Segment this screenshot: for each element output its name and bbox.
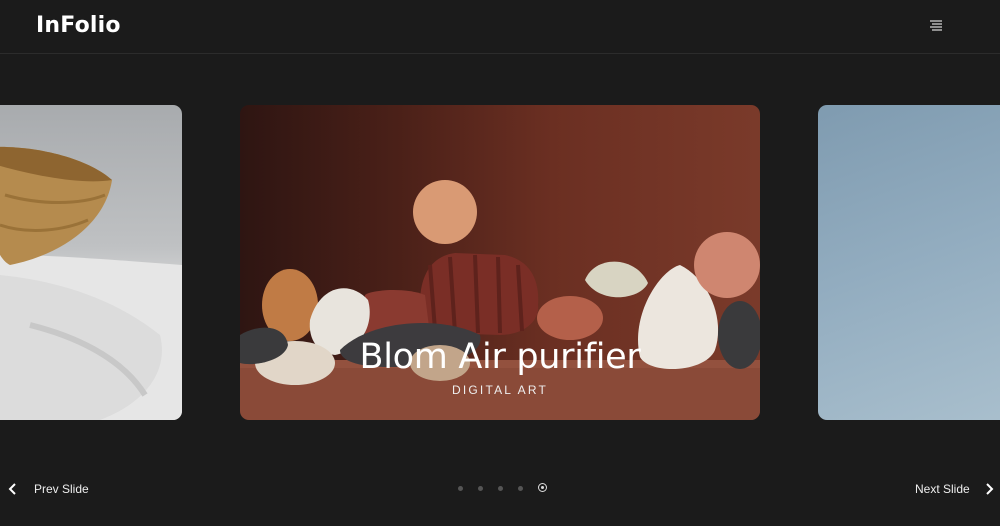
slide-previous[interactable] — [0, 105, 182, 420]
hamburger-menu-icon — [930, 20, 942, 31]
slide-category: DIGITAL ART — [452, 383, 548, 397]
slide-next[interactable] — [818, 105, 1000, 420]
menu-button[interactable] — [924, 14, 948, 38]
chevron-left-icon — [8, 483, 16, 495]
prev-slide-button[interactable]: Prev Slide — [8, 482, 89, 496]
next-slide-label: Next Slide — [915, 482, 970, 496]
pagination-dot-4[interactable] — [518, 485, 523, 491]
pagination-dot-3[interactable] — [498, 485, 503, 491]
next-slide-button[interactable]: Next Slide — [915, 482, 994, 496]
slide-title[interactable]: Blom Air purifier — [240, 337, 760, 377]
pagination-dot-1[interactable] — [458, 485, 463, 491]
slide-previous-image — [0, 146, 182, 420]
site-logo[interactable]: InFolio — [36, 13, 121, 38]
chevron-right-icon — [985, 483, 994, 495]
pagination-dot-5-active[interactable] — [538, 483, 547, 492]
slide-pagination — [458, 483, 562, 492]
slide-current[interactable]: Blom Air purifier DIGITAL ART — [240, 105, 760, 420]
prev-slide-label: Prev Slide — [34, 482, 89, 496]
site-header: InFolio — [0, 0, 1000, 54]
pagination-dot-2[interactable] — [478, 485, 483, 491]
